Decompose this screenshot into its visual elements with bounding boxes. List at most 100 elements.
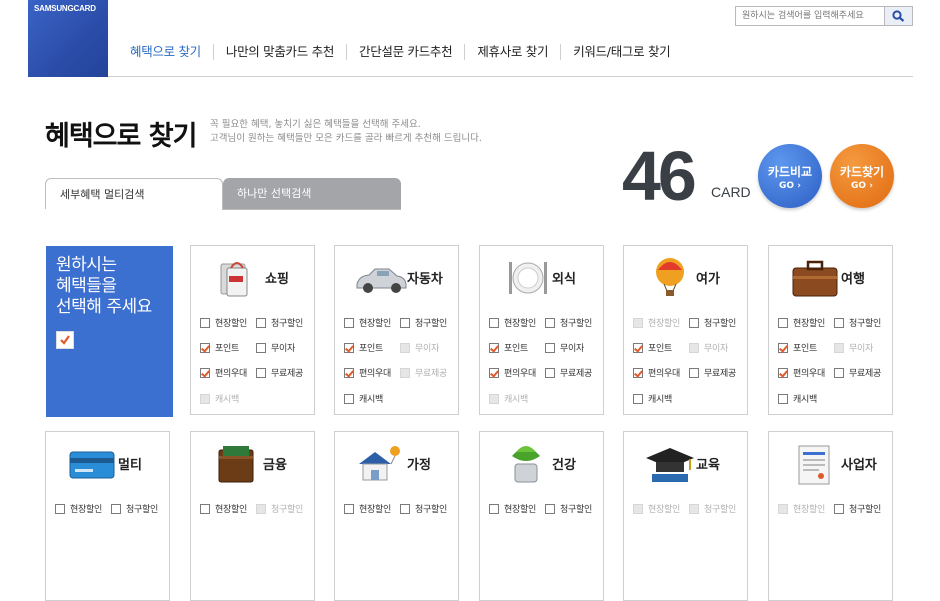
- benefit-option[interactable]: 현장할인: [489, 316, 536, 329]
- benefit-label: 무료제공: [704, 369, 736, 379]
- search-button[interactable]: [884, 7, 912, 25]
- benefit-option[interactable]: 청구할인: [400, 316, 447, 329]
- tab-multi-search[interactable]: 세부혜택 멀티검색: [45, 178, 223, 209]
- benefit-option[interactable]: 무료제공: [689, 366, 736, 379]
- category-name: 가정: [407, 458, 431, 473]
- result-count: 46: [622, 137, 697, 215]
- benefit-option[interactable]: 편의우대: [633, 366, 680, 379]
- benefit-checkbox[interactable]: [111, 504, 121, 514]
- benefit-checkbox[interactable]: [200, 504, 210, 514]
- benefit-option[interactable]: 현장할인: [55, 502, 102, 515]
- benefit-checkbox[interactable]: [200, 368, 210, 378]
- benefit-checkbox[interactable]: [400, 504, 410, 514]
- benefit-checkbox[interactable]: [689, 368, 699, 378]
- benefit-checkbox[interactable]: [55, 504, 65, 514]
- benefit-checkbox[interactable]: [545, 318, 555, 328]
- benefit-checkbox[interactable]: [633, 394, 643, 404]
- benefit-option[interactable]: 청구할인: [400, 502, 447, 515]
- benefit-checkbox[interactable]: [489, 368, 499, 378]
- benefit-option[interactable]: 무료제공: [834, 366, 881, 379]
- benefit-option[interactable]: 편의우대: [200, 366, 247, 379]
- benefit-option[interactable]: 캐시백: [344, 392, 383, 405]
- benefit-option[interactable]: 청구할인: [545, 316, 592, 329]
- benefit-checkbox[interactable]: [344, 504, 354, 514]
- nav-keyword[interactable]: 키워드/태그로 찾기: [560, 44, 682, 60]
- benefit-option[interactable]: 포인트: [633, 341, 672, 354]
- benefit-option[interactable]: 무이자: [256, 341, 295, 354]
- benefit-checkbox[interactable]: [778, 368, 788, 378]
- compare-card-button[interactable]: 카드비교 GO ›: [758, 144, 822, 208]
- nav-custom-card[interactable]: 나만의 맞춤카드 추천: [212, 44, 346, 60]
- benefit-checkbox[interactable]: [633, 343, 643, 353]
- benefit-option[interactable]: 현장할인: [489, 502, 536, 515]
- benefit-option[interactable]: 현장할인: [200, 316, 247, 329]
- benefit-option[interactable]: 청구할인: [834, 316, 881, 329]
- benefit-checkbox[interactable]: [256, 318, 266, 328]
- category-name: 교육: [696, 458, 720, 473]
- benefit-checkbox[interactable]: [834, 504, 844, 514]
- nav-survey[interactable]: 간단설문 카드추천: [346, 44, 464, 60]
- benefit-checkbox[interactable]: [489, 504, 499, 514]
- benefit-option[interactable]: 편의우대: [344, 366, 391, 379]
- benefit-checkbox[interactable]: [778, 318, 788, 328]
- tab-single-search[interactable]: 하나만 선택검색: [223, 178, 401, 209]
- benefit-option[interactable]: 청구할인: [834, 502, 881, 515]
- benefit-option[interactable]: 무료제공: [256, 366, 303, 379]
- benefit-option[interactable]: 무료제공: [545, 366, 592, 379]
- benefit-label: 청구할인: [849, 319, 881, 329]
- benefit-option[interactable]: 캐시백: [778, 392, 817, 405]
- search-input[interactable]: [736, 7, 894, 25]
- benefit-checkbox[interactable]: [778, 394, 788, 404]
- benefit-checkbox[interactable]: [256, 368, 266, 378]
- benefit-option[interactable]: 청구할인: [545, 502, 592, 515]
- benefit-option[interactable]: 편의우대: [489, 366, 536, 379]
- benefit-checkbox[interactable]: [545, 368, 555, 378]
- benefit-option[interactable]: 청구할인: [689, 316, 736, 329]
- benefit-option[interactable]: 현장할인: [344, 502, 391, 515]
- house-icon: [353, 442, 409, 486]
- benefit-checkbox[interactable]: [344, 394, 354, 404]
- benefit-checkbox[interactable]: [344, 318, 354, 328]
- benefit-checkbox[interactable]: [489, 318, 499, 328]
- benefit-checkbox[interactable]: [344, 343, 354, 353]
- benefit-checkbox[interactable]: [545, 504, 555, 514]
- benefit-checkbox[interactable]: [778, 343, 788, 353]
- benefit-checkbox[interactable]: [633, 368, 643, 378]
- dining-icon: [498, 256, 554, 300]
- benefit-checkbox[interactable]: [689, 318, 699, 328]
- benefit-option[interactable]: 포인트: [344, 341, 383, 354]
- benefit-checkbox[interactable]: [834, 318, 844, 328]
- benefit-option[interactable]: 무이자: [545, 341, 584, 354]
- benefit-label: 청구할인: [704, 505, 736, 515]
- benefit-label: 청구할인: [126, 505, 158, 515]
- nav-benefit-search[interactable]: 혜택으로 찾기: [120, 44, 213, 60]
- benefit-option: 청구할인: [689, 502, 736, 515]
- benefit-option[interactable]: 캐시백: [633, 392, 672, 405]
- benefit-checkbox: [633, 504, 643, 514]
- benefit-option[interactable]: 포인트: [489, 341, 528, 354]
- benefit-checkbox[interactable]: [545, 343, 555, 353]
- benefit-checkbox[interactable]: [400, 318, 410, 328]
- find-card-button[interactable]: 카드찾기 GO ›: [830, 144, 894, 208]
- benefit-checkbox[interactable]: [834, 368, 844, 378]
- description-line-2: 고객님이 원하는 혜택들만 모은 카드를 골라 빠르게 추천해 드립니다.: [210, 133, 482, 144]
- benefit-checkbox[interactable]: [200, 318, 210, 328]
- benefit-checkbox[interactable]: [344, 368, 354, 378]
- benefit-option: 무료제공: [400, 366, 447, 379]
- benefit-option[interactable]: 청구할인: [111, 502, 158, 515]
- benefit-option[interactable]: 편의우대: [778, 366, 825, 379]
- benefit-checkbox[interactable]: [200, 343, 210, 353]
- benefit-label: 청구할인: [560, 505, 592, 515]
- benefit-option[interactable]: 현장할인: [344, 316, 391, 329]
- benefit-option[interactable]: 포인트: [200, 341, 239, 354]
- benefit-option[interactable]: 현장할인: [200, 502, 247, 515]
- benefit-checkbox[interactable]: [256, 343, 266, 353]
- benefit-checkbox[interactable]: [489, 343, 499, 353]
- benefit-option[interactable]: 현장할인: [778, 316, 825, 329]
- samsung-card-logo[interactable]: SAMSUNGCARD: [28, 0, 108, 77]
- benefit-label: 무이자: [704, 344, 728, 354]
- nav-partner[interactable]: 제휴사로 찾기: [464, 44, 560, 60]
- benefit-option[interactable]: 청구할인: [256, 316, 303, 329]
- find-go: GO ›: [851, 181, 873, 191]
- benefit-option[interactable]: 포인트: [778, 341, 817, 354]
